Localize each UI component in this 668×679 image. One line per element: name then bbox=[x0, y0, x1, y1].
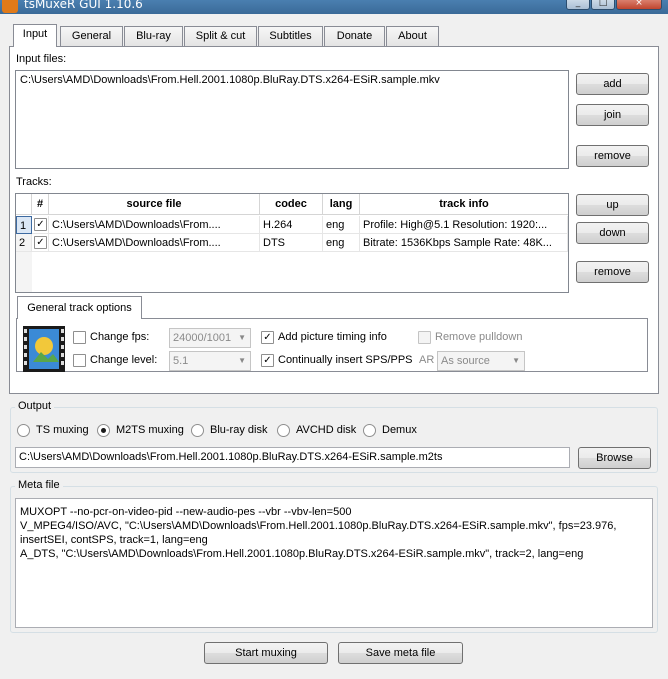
change-fps-label: Change fps: bbox=[90, 331, 150, 343]
meta-file-text[interactable]: MUXOPT --no-pcr-on-video-pid --new-audio… bbox=[15, 498, 653, 628]
track-codec[interactable]: DTS bbox=[260, 234, 323, 252]
tab-donate[interactable]: Donate bbox=[324, 26, 385, 46]
avchd-disk-radio[interactable] bbox=[277, 424, 290, 437]
col-rownum bbox=[16, 194, 32, 215]
start-muxing-button[interactable]: Start muxing bbox=[204, 642, 328, 664]
ar-label: AR bbox=[419, 354, 435, 366]
meta-line: MUXOPT --no-pcr-on-video-pid --new-audio… bbox=[20, 506, 352, 518]
up-button[interactable]: up bbox=[576, 194, 649, 216]
output-group-label: Output bbox=[15, 400, 55, 412]
row-number[interactable]: 2 bbox=[16, 234, 32, 252]
track-lang[interactable]: eng bbox=[323, 234, 360, 252]
ts-muxing-label: TS muxing bbox=[36, 424, 89, 436]
output-path-input[interactable]: C:\Users\AMD\Downloads\From.Hell.2001.10… bbox=[15, 447, 570, 468]
continually-insert-label: Continually insert SPS/PPS bbox=[278, 354, 413, 366]
add-picture-timing-label: Add picture timing info bbox=[278, 331, 387, 343]
col-lang[interactable]: lang bbox=[323, 194, 360, 215]
col-track-info[interactable]: track info bbox=[360, 194, 568, 215]
chevron-down-icon: ▼ bbox=[238, 356, 246, 365]
minimize-button[interactable]: _ bbox=[566, 0, 590, 10]
tab-blu-ray[interactable]: Blu-ray bbox=[124, 26, 183, 46]
col-source-file[interactable]: source file bbox=[49, 194, 260, 215]
track-info[interactable]: Profile: High@5.1 Resolution: 1920:... bbox=[360, 216, 568, 234]
change-level-checkbox[interactable] bbox=[73, 354, 86, 367]
chevron-down-icon: ▼ bbox=[512, 356, 520, 365]
meta-line: A_DTS, "C:\Users\AMD\Downloads\From.Hell… bbox=[20, 548, 584, 560]
meta-file-group-label: Meta file bbox=[15, 479, 63, 491]
add-button[interactable]: add bbox=[576, 73, 649, 95]
change-fps-checkbox[interactable] bbox=[73, 331, 86, 344]
demux-radio[interactable] bbox=[363, 424, 376, 437]
col-codec[interactable]: codec bbox=[260, 194, 323, 215]
avchd-disk-label: AVCHD disk bbox=[296, 424, 357, 436]
window-title: tsMuxeR GUI 1.10.6 bbox=[24, 0, 143, 11]
film-strip-icon bbox=[23, 326, 65, 372]
ar-value: As source bbox=[441, 355, 490, 367]
input-files-label: Input files: bbox=[16, 53, 67, 65]
title-bar: tsMuxeR GUI 1.10.6 _ □ × bbox=[0, 0, 668, 14]
app-icon bbox=[2, 0, 18, 13]
add-picture-timing-checkbox[interactable]: ✓ bbox=[261, 331, 274, 344]
tracks-label: Tracks: bbox=[16, 176, 52, 188]
save-meta-file-button[interactable]: Save meta file bbox=[338, 642, 463, 664]
tab-general[interactable]: General bbox=[60, 26, 123, 46]
track-enabled-checkbox[interactable]: ✓ bbox=[34, 218, 47, 231]
fps-value: 24000/1001 bbox=[173, 332, 232, 344]
level-select[interactable]: 5.1 ▼ bbox=[169, 351, 251, 371]
tab-subtitles[interactable]: Subtitles bbox=[258, 26, 323, 46]
level-value: 5.1 bbox=[173, 355, 189, 367]
track-info[interactable]: Bitrate: 1536Kbps Sample Rate: 48K... bbox=[360, 234, 568, 252]
track-lang[interactable]: eng bbox=[323, 216, 360, 234]
input-files-list[interactable]: C:\Users\AMD\Downloads\From.Hell.2001.10… bbox=[15, 70, 569, 169]
meta-line: V_MPEG4/ISO/AVC, "C:\Users\AMD\Downloads… bbox=[20, 520, 617, 532]
down-button[interactable]: down bbox=[576, 222, 649, 244]
col-num[interactable]: # bbox=[32, 194, 49, 215]
meta-line: insertSEI, contSPS, track=1, lang=eng bbox=[20, 534, 208, 546]
m2ts-muxing-label: M2TS muxing bbox=[116, 424, 184, 436]
maximize-button[interactable]: □ bbox=[591, 0, 615, 10]
blu-ray-disk-label: Blu-ray disk bbox=[210, 424, 268, 436]
demux-label: Demux bbox=[382, 424, 417, 436]
track-enabled-checkbox[interactable]: ✓ bbox=[34, 236, 47, 249]
track-source[interactable]: C:\Users\AMD\Downloads\From.... bbox=[49, 216, 260, 234]
table-row[interactable]: ✓ bbox=[32, 216, 49, 234]
ts-muxing-radio[interactable] bbox=[17, 424, 30, 437]
fps-select[interactable]: 24000/1001 ▼ bbox=[169, 328, 251, 348]
tracks-table[interactable]: # source file codec lang track info 1 ✓ … bbox=[15, 193, 569, 293]
change-level-label: Change level: bbox=[90, 354, 158, 366]
row-number[interactable]: 1 bbox=[16, 216, 32, 234]
track-source[interactable]: C:\Users\AMD\Downloads\From.... bbox=[49, 234, 260, 252]
browse-button[interactable]: Browse bbox=[578, 447, 651, 469]
remove-file-button[interactable]: remove bbox=[576, 145, 649, 167]
chevron-down-icon: ▼ bbox=[238, 333, 246, 342]
join-button[interactable]: join bbox=[576, 104, 649, 126]
input-file-item[interactable]: C:\Users\AMD\Downloads\From.Hell.2001.10… bbox=[20, 74, 440, 86]
close-button[interactable]: × bbox=[616, 0, 662, 10]
tab-about[interactable]: About bbox=[386, 26, 439, 46]
tab-split-cut[interactable]: Split & cut bbox=[184, 26, 257, 46]
remove-pulldown-checkbox[interactable] bbox=[418, 331, 431, 344]
continually-insert-checkbox[interactable]: ✓ bbox=[261, 354, 274, 367]
tab-input[interactable]: Input bbox=[13, 24, 57, 47]
tab-general-track-options[interactable]: General track options bbox=[17, 296, 142, 319]
table-row[interactable]: ✓ bbox=[32, 234, 49, 252]
remove-pulldown-label: Remove pulldown bbox=[435, 331, 523, 343]
remove-track-button[interactable]: remove bbox=[576, 261, 649, 283]
track-codec[interactable]: H.264 bbox=[260, 216, 323, 234]
ar-select[interactable]: As source ▼ bbox=[437, 351, 525, 371]
row-header-gutter bbox=[16, 252, 32, 292]
m2ts-muxing-radio[interactable] bbox=[97, 424, 110, 437]
blu-ray-disk-radio[interactable] bbox=[191, 424, 204, 437]
